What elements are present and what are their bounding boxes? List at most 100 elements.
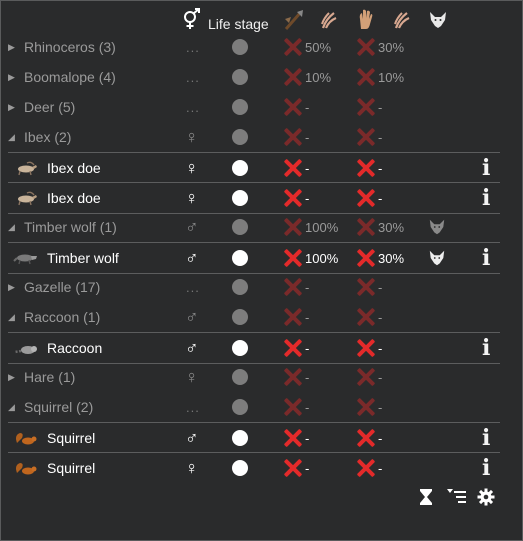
hunt-cell[interactable]: - xyxy=(283,302,309,332)
collapse-arrow-icon[interactable]: ◢ xyxy=(8,392,20,422)
expand-arrow-icon[interactable]: ▶ xyxy=(8,362,20,392)
hunt-cell[interactable]: - xyxy=(283,153,309,183)
group-row[interactable]: ◢ Squirrel (2)... - - xyxy=(8,392,500,422)
tame-cell[interactable]: 30% xyxy=(356,243,404,273)
group-row[interactable]: ▶ Hare (1) ♀ - - xyxy=(8,362,500,392)
tame-cell[interactable]: - xyxy=(356,302,382,332)
tame-cell[interactable]: - xyxy=(356,153,382,183)
disabled-x-icon[interactable] xyxy=(356,248,376,268)
tame-cell[interactable]: - xyxy=(356,362,382,392)
gear-icon[interactable] xyxy=(477,488,495,506)
disabled-x-icon[interactable] xyxy=(283,67,303,87)
hunt-cell[interactable]: 50% xyxy=(283,32,331,62)
group-name[interactable]: Deer (5) xyxy=(24,92,75,122)
disabled-x-icon[interactable] xyxy=(356,127,376,147)
animal-row[interactable]: Squirrel ♂ - - i xyxy=(8,422,500,453)
disabled-x-icon[interactable] xyxy=(283,158,303,178)
claw-attack-icon[interactable] xyxy=(320,10,338,30)
animal-name[interactable]: Squirrel xyxy=(47,453,95,483)
expand-arrow-icon[interactable]: ▶ xyxy=(8,32,20,62)
disabled-x-icon[interactable] xyxy=(356,367,376,387)
tame-cell[interactable]: - xyxy=(356,423,382,453)
life-stage-header[interactable]: Life stage xyxy=(208,16,269,32)
disabled-x-icon[interactable] xyxy=(283,248,303,268)
hunt-cell[interactable]: - xyxy=(283,453,309,483)
hunt-cell[interactable]: - xyxy=(283,423,309,453)
group-row[interactable]: ◢ Ibex (2) ♀ - - xyxy=(8,122,500,152)
wolf-predator-icon[interactable] xyxy=(428,10,448,30)
hunt-cell[interactable]: - xyxy=(283,92,309,122)
collapse-arrow-icon[interactable]: ◢ xyxy=(8,122,20,152)
hunt-cell[interactable]: - xyxy=(283,392,309,422)
disabled-x-icon[interactable] xyxy=(356,428,376,448)
collapse-arrow-icon[interactable]: ◢ xyxy=(8,302,20,332)
animal-name[interactable]: Squirrel xyxy=(47,423,95,453)
animal-row[interactable]: Ibex doe ♀ - - i xyxy=(8,152,500,183)
hand-tame-icon[interactable] xyxy=(356,8,376,30)
hourglass-icon[interactable] xyxy=(418,488,434,506)
hunting-weapon-icon[interactable] xyxy=(283,9,305,31)
group-row[interactable]: ▶ Gazelle (17)... - - xyxy=(8,272,500,302)
info-icon[interactable]: i xyxy=(482,153,490,183)
tame-cell[interactable]: 30% xyxy=(356,212,404,242)
hunt-cell[interactable]: - xyxy=(283,362,309,392)
group-name[interactable]: Rhinoceros (3) xyxy=(24,32,116,62)
disabled-x-icon[interactable] xyxy=(283,338,303,358)
disabled-x-icon[interactable] xyxy=(283,127,303,147)
tame-cell[interactable]: - xyxy=(356,122,382,152)
disabled-x-icon[interactable] xyxy=(283,217,303,237)
tame-cell[interactable]: - xyxy=(356,183,382,213)
info-icon[interactable]: i xyxy=(482,183,490,213)
disabled-x-icon[interactable] xyxy=(283,37,303,57)
tame-cell[interactable]: - xyxy=(356,453,382,483)
animal-row[interactable]: Ibex doe ♀ - - i xyxy=(8,182,500,214)
info-icon[interactable]: i xyxy=(482,243,490,273)
group-row[interactable]: ◢ Raccoon (1) ♂ - - xyxy=(8,302,500,332)
animal-row[interactable]: Squirrel ♀ - - i xyxy=(8,452,500,483)
disabled-x-icon[interactable] xyxy=(283,458,303,478)
tame-cell[interactable]: 10% xyxy=(356,62,404,92)
group-row[interactable]: ▶ Deer (5)... - - xyxy=(8,92,500,122)
disabled-x-icon[interactable] xyxy=(356,67,376,87)
collapse-arrow-icon[interactable]: ◢ xyxy=(8,212,20,242)
animal-name[interactable]: Ibex doe xyxy=(47,183,101,213)
animal-row[interactable]: Timber wolf ♂ 100% 30% i xyxy=(8,242,500,274)
info-icon[interactable]: i xyxy=(482,423,490,453)
hunt-cell[interactable]: - xyxy=(283,183,309,213)
hunt-cell[interactable]: - xyxy=(283,122,309,152)
disabled-x-icon[interactable] xyxy=(356,277,376,297)
claw-manhunter-icon[interactable] xyxy=(393,10,411,30)
hunt-cell[interactable]: 100% xyxy=(283,243,338,273)
disabled-x-icon[interactable] xyxy=(283,277,303,297)
info-icon[interactable]: i xyxy=(482,333,490,363)
group-name[interactable]: Squirrel (2) xyxy=(24,392,93,422)
disabled-x-icon[interactable] xyxy=(356,158,376,178)
info-icon[interactable]: i xyxy=(482,453,490,483)
group-name[interactable]: Boomalope (4) xyxy=(24,62,116,92)
disabled-x-icon[interactable] xyxy=(356,37,376,57)
tame-cell[interactable]: - xyxy=(356,333,382,363)
disabled-x-icon[interactable] xyxy=(356,217,376,237)
disabled-x-icon[interactable] xyxy=(283,97,303,117)
group-name[interactable]: Hare (1) xyxy=(24,362,75,392)
hunt-cell[interactable]: 10% xyxy=(283,62,331,92)
animal-name[interactable]: Timber wolf xyxy=(47,243,119,273)
group-row[interactable]: ◢ Timber wolf (1) ♂ 100% 30% xyxy=(8,212,500,242)
hunt-cell[interactable]: - xyxy=(283,272,309,302)
expand-arrow-icon[interactable]: ▶ xyxy=(8,272,20,302)
animal-name[interactable]: Raccoon xyxy=(47,333,102,363)
expand-arrow-icon[interactable]: ▶ xyxy=(8,62,20,92)
disabled-x-icon[interactable] xyxy=(356,188,376,208)
disabled-x-icon[interactable] xyxy=(283,428,303,448)
animal-name[interactable]: Ibex doe xyxy=(47,153,101,183)
hunt-cell[interactable]: - xyxy=(283,333,309,363)
disabled-x-icon[interactable] xyxy=(283,188,303,208)
hunt-cell[interactable]: 100% xyxy=(283,212,338,242)
tame-cell[interactable]: - xyxy=(356,392,382,422)
group-name[interactable]: Timber wolf (1) xyxy=(24,212,117,242)
animal-row[interactable]: Raccoon ♂ - - i xyxy=(8,332,500,364)
tame-cell[interactable]: 30% xyxy=(356,32,404,62)
disabled-x-icon[interactable] xyxy=(356,307,376,327)
gender-symbol-icon[interactable] xyxy=(181,8,203,32)
tame-cell[interactable]: - xyxy=(356,92,382,122)
